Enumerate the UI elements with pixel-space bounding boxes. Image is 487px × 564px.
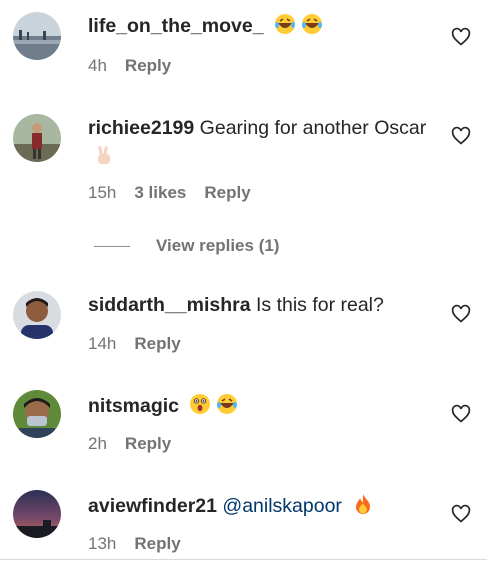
avatar[interactable] — [13, 114, 61, 162]
reply-button[interactable]: Reply — [125, 434, 171, 454]
reply-button[interactable]: Reply — [134, 534, 180, 554]
comment-username[interactable]: richiee2199 — [88, 117, 194, 139]
comment-body: richiee2199 Gearing for another Oscar — [88, 114, 437, 172]
avatar[interactable] — [13, 291, 61, 339]
comment-time[interactable]: 2h — [88, 434, 107, 454]
comment-time[interactable]: 14h — [88, 334, 116, 354]
comment-body: aviewfinder21 @anilskapoor — [88, 492, 437, 521]
comment-text: Is this for real? — [250, 294, 384, 316]
reply-button[interactable]: Reply — [134, 334, 180, 354]
fire-icon — [352, 493, 374, 515]
view-replies-button[interactable]: View replies (1) — [94, 236, 279, 256]
laughing-tears-icon — [274, 13, 296, 35]
comment-time[interactable]: 15h — [88, 183, 116, 203]
comment-username[interactable]: nitsmagic — [88, 395, 179, 417]
avatar[interactable] — [13, 390, 61, 438]
divider — [0, 559, 487, 560]
comment-username[interactable]: life_on_the_move_ — [88, 15, 264, 37]
comment-time[interactable]: 4h — [88, 56, 107, 76]
view-replies-label: View replies (1) — [156, 236, 280, 255]
comment-meta: 4h Reply — [88, 56, 171, 76]
comment-text: Gearing for another Oscar — [194, 117, 427, 139]
comment-body: siddarth__mishra Is this for real? — [88, 291, 437, 320]
comment-body: nitsmagic — [88, 392, 437, 421]
divider — [94, 245, 130, 247]
reply-button[interactable]: Reply — [204, 183, 250, 203]
comment-meta: 13h Reply — [88, 534, 181, 554]
avatar[interactable] — [13, 490, 61, 538]
reply-button[interactable]: Reply — [125, 56, 171, 76]
avatar[interactable] — [13, 12, 61, 60]
comment-meta: 14h Reply — [88, 334, 181, 354]
laughing-tears-icon — [301, 13, 323, 35]
astonished-face-icon — [189, 393, 211, 415]
like-heart-icon[interactable] — [451, 504, 471, 524]
likes-count[interactable]: 3 likes — [134, 183, 186, 203]
comment-body: life_on_the_move_ — [88, 12, 437, 41]
like-heart-icon[interactable] — [451, 304, 471, 324]
comment-time[interactable]: 13h — [88, 534, 116, 554]
victory-hand-icon — [93, 144, 115, 166]
comment-username[interactable]: aviewfinder21 — [88, 495, 217, 517]
comment-meta: 15h 3 likes Reply — [88, 183, 251, 203]
comment-meta: 2h Reply — [88, 434, 171, 454]
laughing-tears-icon — [216, 393, 238, 415]
like-heart-icon[interactable] — [451, 27, 471, 47]
comment-username[interactable]: siddarth__mishra — [88, 294, 251, 316]
mention-link[interactable]: @anilskapoor — [222, 495, 342, 517]
like-heart-icon[interactable] — [451, 126, 471, 146]
like-heart-icon[interactable] — [451, 404, 471, 424]
